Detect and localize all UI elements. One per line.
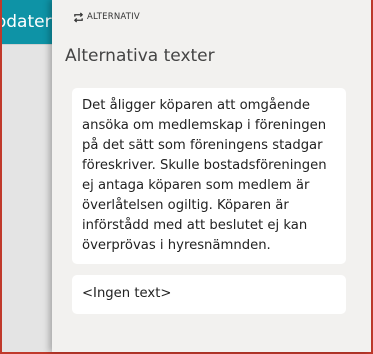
- window-frame-left: [0, 0, 2, 354]
- panel-tag: ALTERNATIV: [73, 10, 140, 24]
- alternatives-panel: ALTERNATIV Alternativa texter Det åligge…: [52, 0, 371, 352]
- alternative-text-option-empty[interactable]: <Ingen text>: [72, 275, 346, 314]
- repeat-icon: [73, 11, 84, 23]
- alternative-text-option[interactable]: Det åligger köparen att omgående ansöka …: [72, 88, 346, 264]
- panel-title: Alternativa texter: [65, 46, 215, 66]
- panel-tag-label: ALTERNATIV: [87, 12, 140, 22]
